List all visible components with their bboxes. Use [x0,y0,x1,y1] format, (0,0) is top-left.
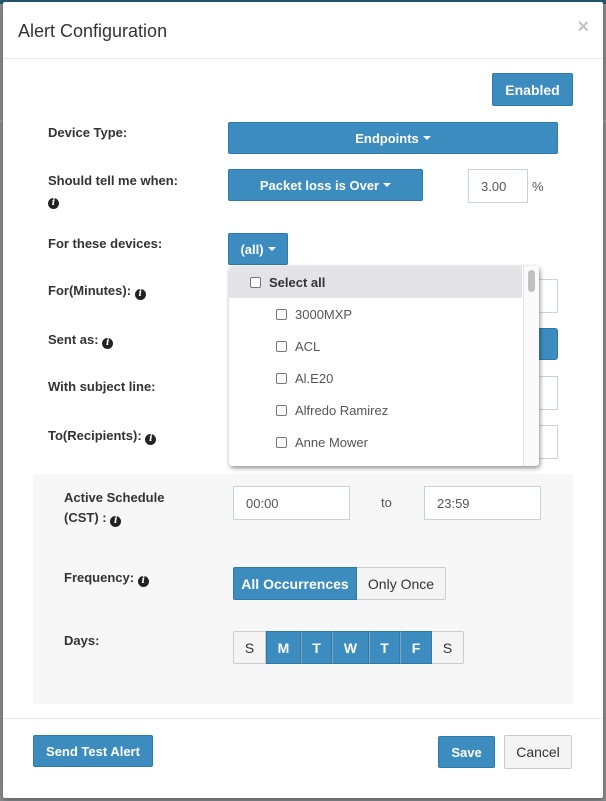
info-icon[interactable]: i [48,198,59,209]
schedule-end-input[interactable]: 23:59 [424,486,541,520]
days-label: Days: [64,633,100,648]
checkbox[interactable] [276,372,287,384]
send-test-alert-button[interactable]: Send Test Alert [33,735,153,767]
close-icon[interactable]: × [577,17,589,37]
enabled-label: Enabled [505,81,560,98]
checkbox[interactable] [276,308,287,320]
cancel-button[interactable]: Cancel [504,735,572,769]
device-option[interactable]: Anne Mower [229,426,522,458]
active-schedule-tz: (CST) : [64,510,107,525]
alert-configuration-modal: Alert Configuration × Enabled Device Typ… [3,2,603,798]
condition-dropdown[interactable]: Packet loss is Over [228,169,423,201]
save-button[interactable]: Save [438,736,495,768]
threshold-unit: % [532,179,544,194]
dropdown-scrollbar[interactable] [523,266,539,466]
threshold-value: 3.00 [481,178,507,194]
checkbox[interactable] [276,436,287,448]
info-icon[interactable]: i [102,338,114,349]
active-schedule-label-line1: Active Schedule [64,490,165,505]
info-icon[interactable]: i [137,576,149,587]
frequency-all-occurrences[interactable]: All Occurrences [233,567,357,600]
day-monday[interactable]: M [266,631,301,664]
frequency-label: Frequency: i [64,570,149,587]
day-thursday[interactable]: T [369,631,400,664]
sent-as-label-text: Sent as: [48,332,99,347]
active-schedule-label-line2: (CST) : i [64,508,164,528]
select-all-option[interactable]: Select all [229,266,522,298]
subject-label: With subject line: [48,379,156,394]
info-icon[interactable]: i [134,289,146,300]
modal-title: Alert Configuration [18,21,168,41]
schedule-end-value: 23:59 [437,495,470,511]
minutes-label-text: For(Minutes): [48,283,132,298]
frequency-toggle: All Occurrences Only Once [233,567,446,600]
sent-as-label: Sent as: i [48,332,114,349]
device-option[interactable]: Al.E20 [229,362,522,394]
threshold-input[interactable]: 3.00 [468,169,528,203]
device-option[interactable]: Alfredo Ramirez [229,394,522,426]
devices-label: For these devices: [48,236,163,251]
schedule-panel: Active Schedule (CST) : i 00:00 to 23:59… [33,474,573,704]
caret-down-icon [383,183,392,187]
recipients-label-text: To(Recipients): [48,428,142,443]
checkbox[interactable] [250,276,261,288]
day-wednesday[interactable]: W [332,631,369,664]
condition-value: Packet loss is Over [259,177,380,193]
days-toggle: S M T W T F S [233,631,464,664]
modal-header: Alert Configuration × [3,2,603,59]
footer-divider [3,718,603,719]
day-tuesday[interactable]: T [301,631,332,664]
device-option[interactable]: ACL [229,330,522,362]
device-option-label: Anne Mower [295,434,368,450]
info-icon[interactable]: i [145,434,157,445]
frequency-label-text: Frequency: [64,570,135,585]
send-test-alert-label: Send Test Alert [46,743,140,759]
scrollbar-thumb[interactable] [528,270,535,292]
caret-down-icon [267,247,276,251]
device-option-label: Al.E20 [295,370,334,386]
device-type-value: Endpoints [355,130,419,146]
devices-value: (all) [240,241,264,257]
condition-label: Should tell me when: [48,173,179,188]
caret-down-icon [422,136,431,140]
checkbox[interactable] [276,404,287,416]
info-icon[interactable]: i [110,516,122,527]
devices-dropdown-menu: Select all 3000MXP ACL Al.E20 Alfredo Ra… [229,266,539,466]
frequency-only-once[interactable]: Only Once [357,567,446,600]
schedule-start-input[interactable]: 00:00 [233,486,350,520]
devices-dropdown[interactable]: (all) [228,233,288,265]
select-all-label: Select all [269,274,326,290]
device-option[interactable]: 3000MXP [229,298,522,330]
minutes-label: For(Minutes): i [48,283,146,300]
checkbox[interactable] [276,340,287,352]
active-schedule-label: Active Schedule (CST) : i [64,488,164,528]
enabled-toggle-button[interactable]: Enabled [492,73,573,106]
device-type-label: Device Type: [48,125,128,140]
day-friday[interactable]: F [400,631,432,664]
to-label: to [381,495,392,510]
device-option-label: ACL [295,338,321,354]
cancel-label: Cancel [516,744,560,760]
day-saturday[interactable]: S [432,631,464,664]
recipients-label: To(Recipients): i [48,428,157,445]
day-sunday[interactable]: S [233,631,266,664]
device-option-label: Alfredo Ramirez [295,402,389,418]
device-type-dropdown[interactable]: Endpoints [228,122,558,154]
save-label: Save [451,744,482,760]
device-option-label: 3000MXP [295,306,353,322]
schedule-start-value: 00:00 [246,495,279,511]
